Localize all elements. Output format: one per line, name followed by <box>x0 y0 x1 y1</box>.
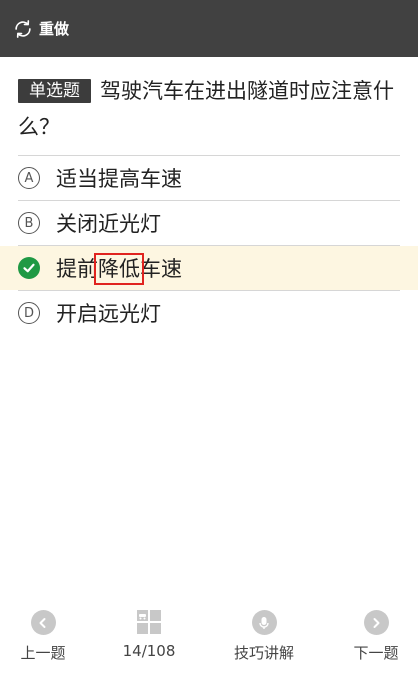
option-a-marker: A <box>18 167 40 189</box>
option-c-text: 提前降低车速 <box>56 253 182 285</box>
refresh-icon <box>15 19 31 38</box>
prev-question-label: 上一题 <box>20 644 66 662</box>
bottom-nav: 上一题 14/108 技巧讲解 下一题 <box>0 604 418 674</box>
redo-label: 重做 <box>39 20 70 38</box>
chevron-right-icon <box>363 610 389 635</box>
option-d[interactable]: D 开启远光灯 <box>0 291 418 335</box>
chevron-left-icon <box>30 610 56 635</box>
option-d-text: 开启远光灯 <box>56 302 161 326</box>
option-b-text: 关闭近光灯 <box>56 212 161 236</box>
next-question-label: 下一题 <box>353 644 399 662</box>
progress-button[interactable]: 14/108 <box>118 604 180 660</box>
question-stem: 单选题 驾驶汽车在进出隧道时应注意什么？ <box>18 73 402 145</box>
tips-button[interactable]: 技巧讲解 <box>229 604 299 663</box>
check-circle-icon <box>18 257 40 279</box>
option-a-text: 适当提高车速 <box>56 167 182 191</box>
question-type-badge: 单选题 <box>18 79 91 103</box>
grid-icon <box>137 610 161 634</box>
option-c-text-after: 车速 <box>140 257 182 281</box>
option-c[interactable]: 提前降低车速 <box>0 246 418 290</box>
option-c-text-before: 提前 <box>56 257 98 281</box>
highlighted-keyword: 降低 <box>94 253 144 285</box>
top-bar: 重做 <box>0 0 418 57</box>
option-b[interactable]: B 关闭近光灯 <box>0 201 418 245</box>
prev-question-button[interactable]: 上一题 <box>18 604 68 663</box>
option-a[interactable]: A 适当提高车速 <box>0 156 418 200</box>
next-question-button[interactable]: 下一题 <box>350 604 402 663</box>
option-d-marker: D <box>18 302 40 324</box>
redo-button[interactable]: 重做 <box>12 18 69 40</box>
progress-label: 14/108 <box>122 642 176 660</box>
tips-label: 技巧讲解 <box>233 644 294 662</box>
option-b-marker: B <box>18 212 40 234</box>
microphone-icon <box>251 610 277 635</box>
